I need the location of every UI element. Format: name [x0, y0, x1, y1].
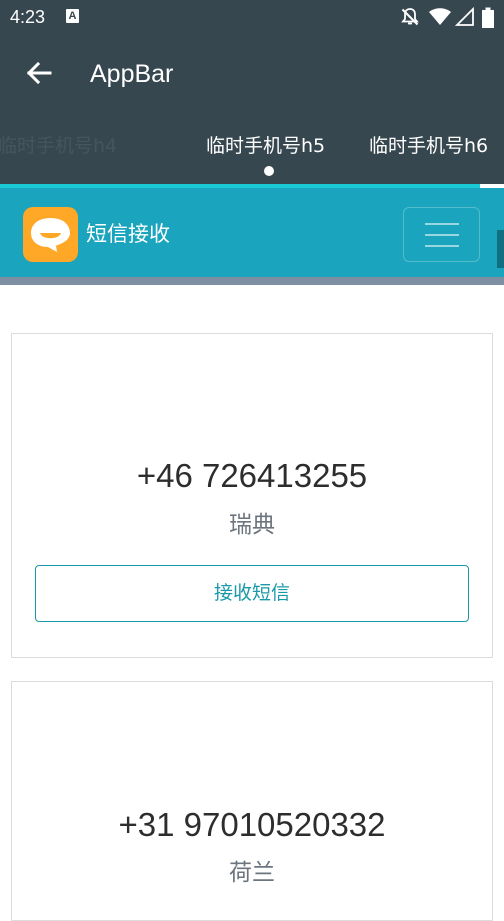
header-shadow [0, 277, 504, 285]
site-navbar: 短信接收 [0, 188, 504, 277]
selected-tab-indicator [264, 166, 274, 176]
tab-h5[interactable]: 临时手机号h5 [206, 132, 325, 160]
tab-h6[interactable]: 临时手机号h6 [369, 132, 488, 160]
hamburger-menu-icon [425, 245, 459, 247]
battery-icon [482, 7, 494, 28]
receive-sms-button[interactable]: 接收短信 [35, 565, 469, 622]
number-card: +31 97010520332 荷兰 [11, 681, 493, 921]
site-header: 短信接收 [0, 184, 504, 285]
tab-h4[interactable]: 临时手机号h4 [0, 132, 117, 160]
wifi-icon [429, 8, 451, 25]
signal-icon [455, 7, 474, 26]
chat-bubble-logo-icon[interactable] [23, 207, 78, 262]
a-notification-icon: A [66, 9, 79, 23]
country-name: 瑞典 [229, 512, 275, 538]
tab-bar: 临时手机号h4 临时手机号h5 临时手机号h6 [0, 126, 504, 178]
arrow-left-icon[interactable] [22, 56, 56, 90]
bell-off-icon [401, 8, 419, 26]
hamburger-menu-icon [425, 223, 459, 225]
phone-number: +46 726413255 [136, 457, 368, 494]
page-title: AppBar [90, 60, 174, 88]
number-card: +46 726413255 瑞典 接收短信 [11, 333, 493, 658]
hamburger-menu-icon [425, 234, 459, 236]
country-name: 荷兰 [229, 860, 275, 886]
menu-toggle-button[interactable] [403, 207, 480, 262]
scrollbar[interactable] [497, 230, 504, 268]
phone-number: +31 97010520332 [118, 806, 386, 843]
status-time: 4:23 [10, 7, 46, 27]
status-bar: 4:23 A [0, 0, 504, 34]
app-bar: AppBar 临时手机号h4 临时手机号h5 临时手机号h6 [0, 34, 504, 184]
site-title: 短信接收 [86, 222, 170, 246]
